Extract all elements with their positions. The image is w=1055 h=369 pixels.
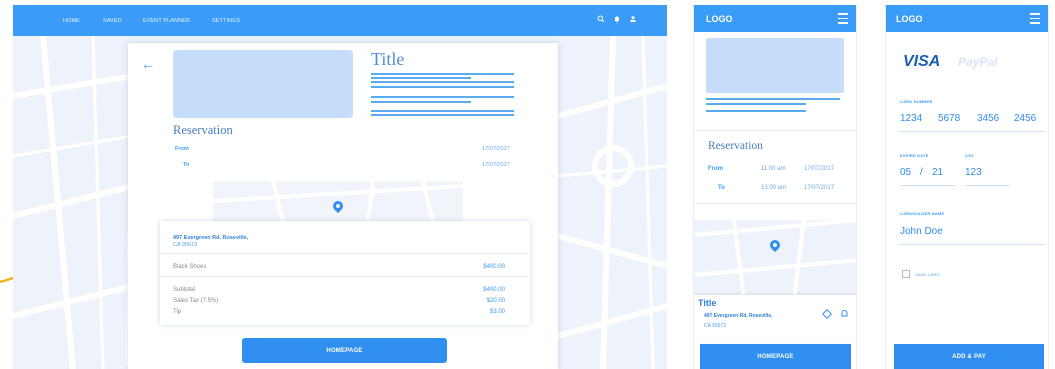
- text-line: [371, 101, 471, 103]
- cvv-input[interactable]: 123: [965, 167, 982, 178]
- logo[interactable]: LOGO: [706, 14, 733, 24]
- logo[interactable]: LOGO: [896, 14, 923, 24]
- subtotal-label: Subtotal: [173, 287, 196, 293]
- card-number-group-2[interactable]: 5678: [938, 113, 960, 124]
- location-card: Title 497 Evergreen Rd. Roseville, CA 95…: [694, 295, 856, 337]
- nav-settings[interactable]: SETTINGS: [212, 18, 240, 24]
- tax-label: Sales Tax (7.5%): [173, 298, 219, 304]
- search-icon[interactable]: [597, 15, 605, 23]
- text-line: [371, 73, 514, 75]
- from-date: 17/07/2017: [482, 146, 510, 152]
- save-card-label: SAVE CARD: [915, 272, 940, 277]
- divider: [160, 253, 530, 254]
- directions-icon[interactable]: [822, 309, 832, 319]
- image-placeholder: [706, 38, 844, 93]
- text-line: [371, 114, 514, 116]
- card-number-group-1[interactable]: 1234: [900, 113, 922, 124]
- hamburger-menu-icon[interactable]: [838, 13, 848, 27]
- from-label: From: [175, 146, 189, 152]
- card-number-group-4[interactable]: 2456: [1014, 113, 1036, 124]
- address-line2: CA 95673: [704, 323, 726, 329]
- underline: [900, 185, 956, 186]
- card-title: Title: [698, 298, 717, 308]
- text-line: [371, 77, 471, 79]
- divider: [160, 276, 530, 277]
- from-label: From: [708, 166, 723, 172]
- underline: [900, 244, 1044, 245]
- expire-year[interactable]: 21: [932, 167, 943, 178]
- text-line: [706, 98, 840, 100]
- cardholder-input[interactable]: John Doe: [900, 226, 943, 237]
- item-name: Black Shoes: [173, 264, 207, 270]
- mobile-payment-view: LOGO VISA PayPal CARD NUMBER 1234 5678 3…: [885, 5, 1049, 369]
- homepage-button[interactable]: HOMEPAGE: [242, 338, 447, 363]
- card-number-group-3[interactable]: 3456: [977, 113, 999, 124]
- text-line: [706, 103, 806, 105]
- address-line2: CA 95673: [173, 242, 198, 248]
- from-date: 17/07/2017: [804, 166, 835, 172]
- add-pay-button[interactable]: ADD & PAY: [894, 344, 1044, 369]
- user-icon[interactable]: [629, 15, 637, 23]
- text-line: [371, 86, 514, 88]
- reservation-card: ← Title Reservation From To 17/07/2017 1…: [128, 43, 558, 369]
- bell-icon[interactable]: [613, 15, 621, 23]
- save-card-checkbox[interactable]: [902, 270, 910, 278]
- nav-event-planner[interactable]: EVENT PLANNER: [143, 18, 190, 24]
- tax-value: $20.00: [486, 298, 505, 304]
- desktop-view: HOME SAVED EVENT PLANNER SETTINGS ← Titl…: [13, 5, 667, 369]
- card-number-label: CARD NUMBER: [900, 99, 933, 104]
- top-nav-bar: HOME SAVED EVENT PLANNER SETTINGS: [13, 5, 667, 36]
- to-time: 13.00 am: [761, 185, 787, 191]
- underline: [900, 131, 1044, 132]
- homepage-button[interactable]: HOMEPAGE: [700, 344, 851, 369]
- cardholder-label: CARDHOLDER NAME: [900, 211, 945, 216]
- location-map: [694, 220, 856, 300]
- visa-logo[interactable]: VISA: [903, 53, 940, 71]
- mobile-header: LOGO: [886, 5, 1048, 32]
- address-line1: 497 Evergreen Rd. Roseville,: [704, 313, 773, 319]
- page-title: Title: [371, 49, 405, 69]
- mobile-header: LOGO: [694, 5, 856, 32]
- underline: [965, 185, 1010, 186]
- to-date: 17/07/2017: [482, 162, 510, 168]
- image-placeholder: [173, 50, 353, 118]
- subtotal-value: $400.00: [483, 287, 505, 293]
- expire-separator: /: [920, 167, 923, 178]
- to-label: To: [718, 185, 725, 191]
- item-price: $400.00: [483, 264, 505, 270]
- address-line1: 497 Evergreen Rd. Roseville,: [173, 235, 249, 241]
- hamburger-menu-icon[interactable]: [1030, 13, 1040, 27]
- to-date: 17/07/2017: [804, 185, 835, 191]
- tip-value: $3.00: [489, 309, 505, 315]
- reservation-heading: Reservation: [173, 123, 233, 137]
- back-arrow-icon[interactable]: ←: [141, 57, 155, 71]
- to-label: To: [183, 162, 190, 168]
- text-line: [371, 81, 514, 83]
- divider: [694, 203, 856, 204]
- nav-saved[interactable]: SAVED: [103, 18, 122, 24]
- receipt-panel: 497 Evergreen Rd. Roseville, CA 95673 Bl…: [160, 221, 530, 325]
- from-time: 11.00 am: [761, 166, 786, 172]
- divider: [694, 130, 856, 131]
- mobile-reservation-view: LOGO Reservation From To 11.00 am 13.00 …: [693, 5, 857, 369]
- reservation-heading: Reservation: [708, 140, 763, 152]
- text-line: [706, 110, 806, 112]
- text-line: [371, 110, 514, 112]
- nav-home[interactable]: HOME: [63, 18, 80, 24]
- expire-date-label: EXPIRE DATE: [900, 153, 929, 158]
- expire-month[interactable]: 05: [900, 167, 911, 178]
- cvv-label: CVV: [965, 153, 974, 158]
- tip-label: Tip: [173, 309, 182, 315]
- bell-icon[interactable]: [840, 309, 849, 319]
- text-line: [371, 96, 514, 98]
- paypal-logo[interactable]: PayPal: [958, 55, 997, 69]
